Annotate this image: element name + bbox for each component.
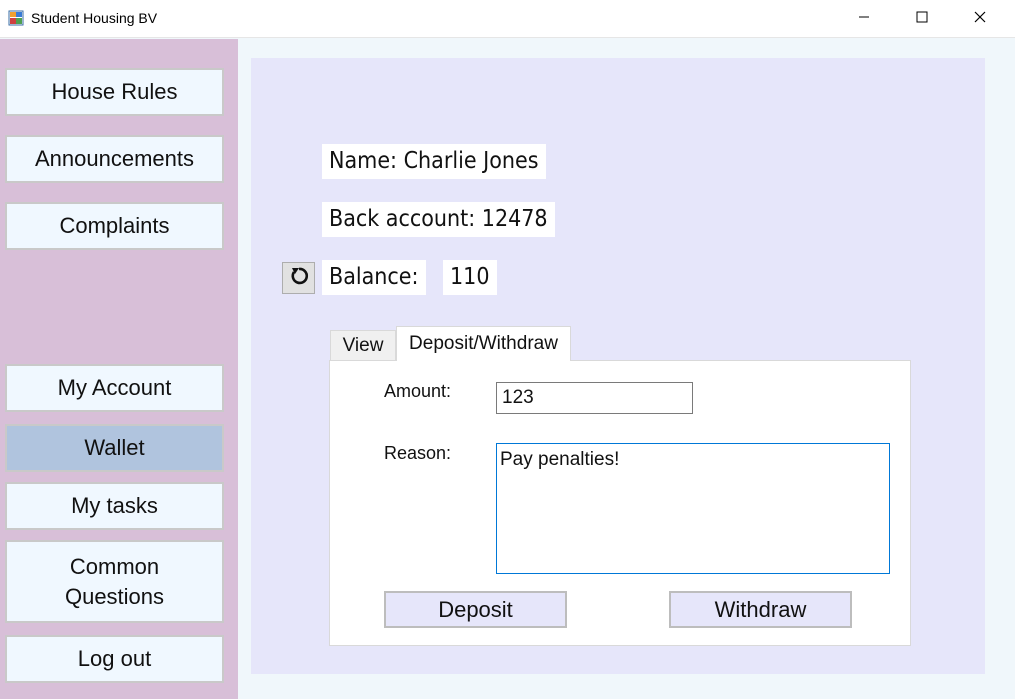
withdraw-button[interactable]: Withdraw <box>669 591 852 628</box>
maximize-button[interactable] <box>899 0 945 38</box>
close-button[interactable] <box>957 0 1003 38</box>
minimize-button[interactable] <box>841 0 887 38</box>
sidebar-item-complaints[interactable]: Complaints <box>5 202 224 250</box>
refresh-balance-button[interactable] <box>282 262 315 294</box>
account-name-label: Name: Charlie Jones <box>322 144 546 179</box>
balance-value: 110 <box>443 260 497 295</box>
refresh-icon <box>288 265 310 292</box>
sidebar-item-announcements[interactable]: Announcements <box>5 135 224 183</box>
balance-label: Balance: <box>322 260 426 295</box>
window-title: Student Housing BV <box>31 10 158 26</box>
sidebar-item-common-questions[interactable]: Common Questions <box>5 540 224 623</box>
sidebar-item-my-tasks[interactable]: My tasks <box>5 482 224 530</box>
reason-input[interactable]: Pay penalties! <box>496 443 890 574</box>
amount-input[interactable] <box>496 382 693 414</box>
maximize-icon <box>916 10 928 28</box>
amount-label: Amount: <box>384 381 452 401</box>
title-bar: Student Housing BV <box>0 0 1015 38</box>
tab-view[interactable]: View <box>330 330 396 360</box>
close-icon <box>974 10 986 28</box>
tab-deposit-withdraw[interactable]: Deposit/Withdraw <box>396 326 571 361</box>
reason-label: Reason: <box>384 443 452 463</box>
bank-account-label: Back account: 12478 <box>322 202 555 237</box>
app-window-icon <box>8 10 24 26</box>
minimize-icon <box>858 10 870 28</box>
sidebar-item-my-account[interactable]: My Account <box>5 364 224 412</box>
sidebar-item-house-rules[interactable]: House Rules <box>5 68 224 116</box>
sidebar-item-wallet[interactable]: Wallet <box>5 424 224 472</box>
sidebar-item-log-out[interactable]: Log out <box>5 635 224 683</box>
deposit-button[interactable]: Deposit <box>384 591 567 628</box>
